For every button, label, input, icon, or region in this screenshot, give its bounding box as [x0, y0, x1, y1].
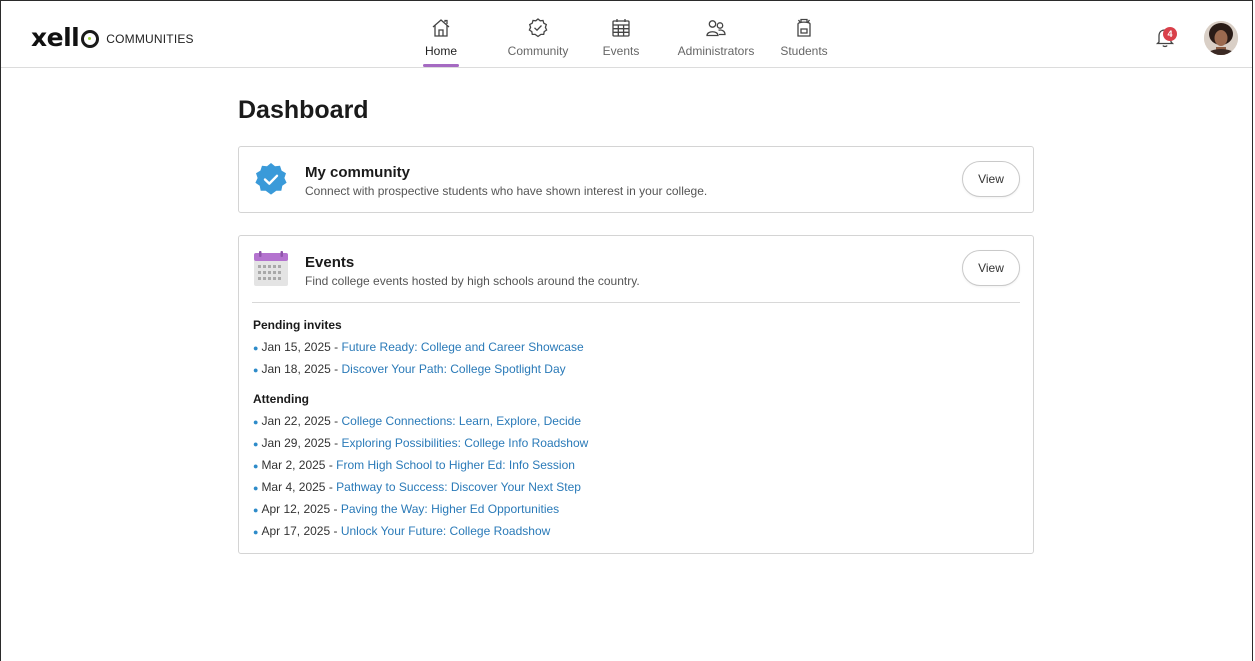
- event-link[interactable]: Future Ready: College and Career Showcas…: [342, 340, 584, 354]
- verified-badge-icon: [528, 18, 548, 38]
- event-date: Jan 29, 2025: [261, 436, 331, 450]
- nav-item-community[interactable]: Community: [493, 1, 583, 67]
- nav-label-events: Events: [602, 44, 640, 58]
- event-date: Jan 18, 2025: [261, 362, 331, 376]
- event-link[interactable]: Pathway to Success: Discover Your Next S…: [336, 480, 581, 494]
- attending-heading: Attending: [253, 392, 309, 406]
- event-link[interactable]: College Connections: Learn, Explore, Dec…: [342, 414, 581, 428]
- logo-communities-label: COMMUNITIES: [106, 32, 194, 46]
- divider: [252, 302, 1020, 303]
- event-date: Mar 2, 2025: [261, 458, 326, 472]
- nav-label-community: Community: [507, 44, 569, 58]
- nav-label-students: Students: [780, 44, 828, 58]
- event-link[interactable]: From High School to Higher Ed: Info Sess…: [336, 458, 575, 472]
- my-community-card: My community Connect with prospective st…: [238, 146, 1034, 213]
- page-title: Dashboard: [238, 96, 369, 124]
- calendar-icon: [254, 251, 288, 286]
- event-date: Apr 17, 2025: [261, 524, 331, 538]
- user-avatar[interactable]: [1204, 21, 1238, 55]
- nav-item-administrators[interactable]: Administrators: [668, 1, 764, 67]
- card-title: My community: [305, 164, 411, 181]
- list-item: ● Jan 18, 2025 - Discover Your Path: Coll…: [253, 362, 566, 376]
- nav-label-home: Home: [424, 44, 457, 58]
- list-item: ● Mar 2, 2025 - From High School to Highe…: [253, 458, 575, 472]
- logo-o-icon: [81, 30, 100, 48]
- event-link[interactable]: Paving the Way: Higher Ed Opportunities: [341, 502, 559, 516]
- list-item: ● Jan 29, 2025 - Exploring Possibilities:…: [253, 436, 589, 450]
- top-header: xell COMMUNITIES Home Community Events A…: [1, 1, 1252, 68]
- calendar-icon: [612, 19, 630, 37]
- event-link[interactable]: Unlock Your Future: College Roadshow: [341, 524, 550, 538]
- nav-item-events[interactable]: Events: [594, 1, 648, 67]
- events-card: Events Find college events hosted by hig…: [238, 235, 1034, 554]
- nav-item-students[interactable]: Students: [776, 1, 832, 67]
- event-date: Apr 12, 2025: [261, 502, 331, 516]
- pending-invites-heading: Pending invites: [253, 318, 342, 332]
- event-date: Mar 4, 2025: [261, 480, 326, 494]
- event-link[interactable]: Discover Your Path: College Spotlight Da…: [342, 362, 566, 376]
- view-events-button[interactable]: View: [962, 250, 1020, 286]
- logo-wordmark: xell: [31, 23, 80, 52]
- list-item: ● Mar 4, 2025 - Pathway to Success: Disco…: [253, 480, 581, 494]
- main-nav: Home Community Events Administrators Stu…: [415, 1, 832, 67]
- verified-badge-icon: [255, 163, 287, 195]
- event-date: Jan 15, 2025: [261, 340, 331, 354]
- main-content: Dashboard My community Connect with pros…: [238, 67, 1034, 554]
- event-date: Jan 22, 2025: [261, 414, 331, 428]
- card-title: Events: [305, 254, 355, 271]
- backpack-icon: [797, 18, 811, 37]
- list-item: ● Jan 22, 2025 - College Connections: Lea…: [253, 414, 581, 428]
- people-icon: [706, 20, 726, 37]
- xello-logo[interactable]: xell COMMUNITIES: [31, 25, 194, 50]
- view-community-button[interactable]: View: [962, 161, 1020, 197]
- notification-count-badge: 4: [1163, 27, 1177, 41]
- event-link[interactable]: Exploring Possibilities: College Info Ro…: [342, 436, 589, 450]
- card-description: Find college events hosted by high schoo…: [305, 274, 640, 288]
- avatar-image: [1204, 21, 1238, 55]
- list-item: ● Apr 12, 2025 - Paving the Way: Higher E…: [253, 502, 560, 516]
- list-item: ● Apr 17, 2025 - Unlock Your Future: Coll…: [253, 524, 551, 538]
- nav-label-administrators: Administrators: [677, 44, 755, 58]
- home-icon: [432, 19, 450, 37]
- card-description: Connect with prospective students who ha…: [305, 184, 708, 198]
- nav-item-home[interactable]: Home: [415, 1, 467, 67]
- list-item: ● Jan 15, 2025 - Future Ready: College an…: [253, 340, 584, 354]
